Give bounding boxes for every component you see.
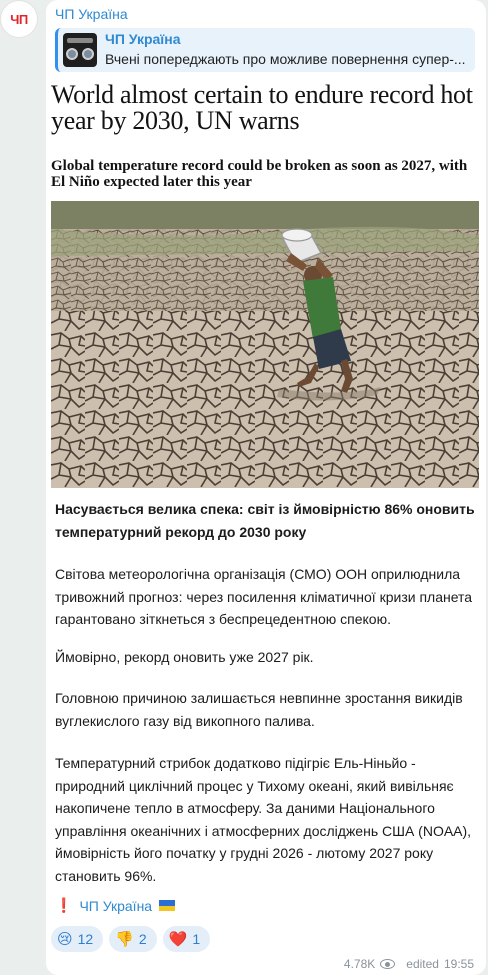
reaction-heart[interactable]: ❤️ 1 — [162, 926, 211, 952]
post-lead: Насувається велика спека: світ із ймовір… — [55, 501, 475, 540]
post-signature: ❗️ ЧП Україна — [55, 897, 176, 914]
ukraine-flag-icon — [159, 900, 176, 911]
post-paragraph-1: Світова метеорологічна організація (СМО)… — [55, 566, 473, 627]
view-count: 4.78K — [343, 957, 376, 971]
reaction-count: 2 — [138, 931, 147, 947]
article-headline: World almost certain to endure record ho… — [51, 80, 473, 135]
post-paragraph-3: Головною причиною залишається невпинне з… — [55, 690, 463, 729]
reaction-count: 12 — [77, 931, 94, 947]
article-subheadline: Global temperature record could be broke… — [51, 158, 468, 190]
reply-title: ЧП Україна — [105, 31, 181, 47]
reply-thumbnail — [63, 33, 97, 67]
reply-preview[interactable]: ЧП Україна Вчені попереджають про можлив… — [55, 28, 475, 72]
channel-avatar[interactable]: ЧП — [0, 0, 38, 38]
drought-photo-illustration — [51, 201, 479, 488]
channel-name[interactable]: ЧП Україна — [55, 6, 128, 22]
reaction-thumbs-down[interactable]: 👎 2 — [109, 926, 157, 952]
post-paragraph-2: Ймовірно, рекорд оновить уже 2027 рік. — [55, 649, 314, 665]
edited-label: edited — [406, 957, 439, 971]
exclamation-icon: ❗️ — [55, 897, 73, 913]
reply-text: Вчені попереджають про можливе поверненн… — [105, 51, 466, 67]
article-photo[interactable] — [51, 201, 479, 488]
reactions-bar: 😢 12 👎 2 ❤️ 1 — [51, 926, 211, 952]
crying-face-icon: 😢 — [57, 931, 73, 948]
eye-icon — [380, 959, 396, 969]
thumbs-down-icon: 👎 — [115, 931, 134, 948]
signature-link[interactable]: ЧП Україна — [79, 898, 152, 914]
heart-icon: ❤️ — [168, 931, 188, 948]
timestamp: 19:55 — [443, 957, 474, 971]
reaction-count: 1 — [192, 931, 201, 947]
message-meta: 4.78K edited 19:55 — [344, 957, 474, 971]
post-paragraph-4: Температурний стрибок додатково підігріє… — [55, 755, 472, 884]
avatar-text: ЧП — [10, 11, 28, 27]
reaction-crying[interactable]: 😢 12 — [51, 926, 104, 952]
